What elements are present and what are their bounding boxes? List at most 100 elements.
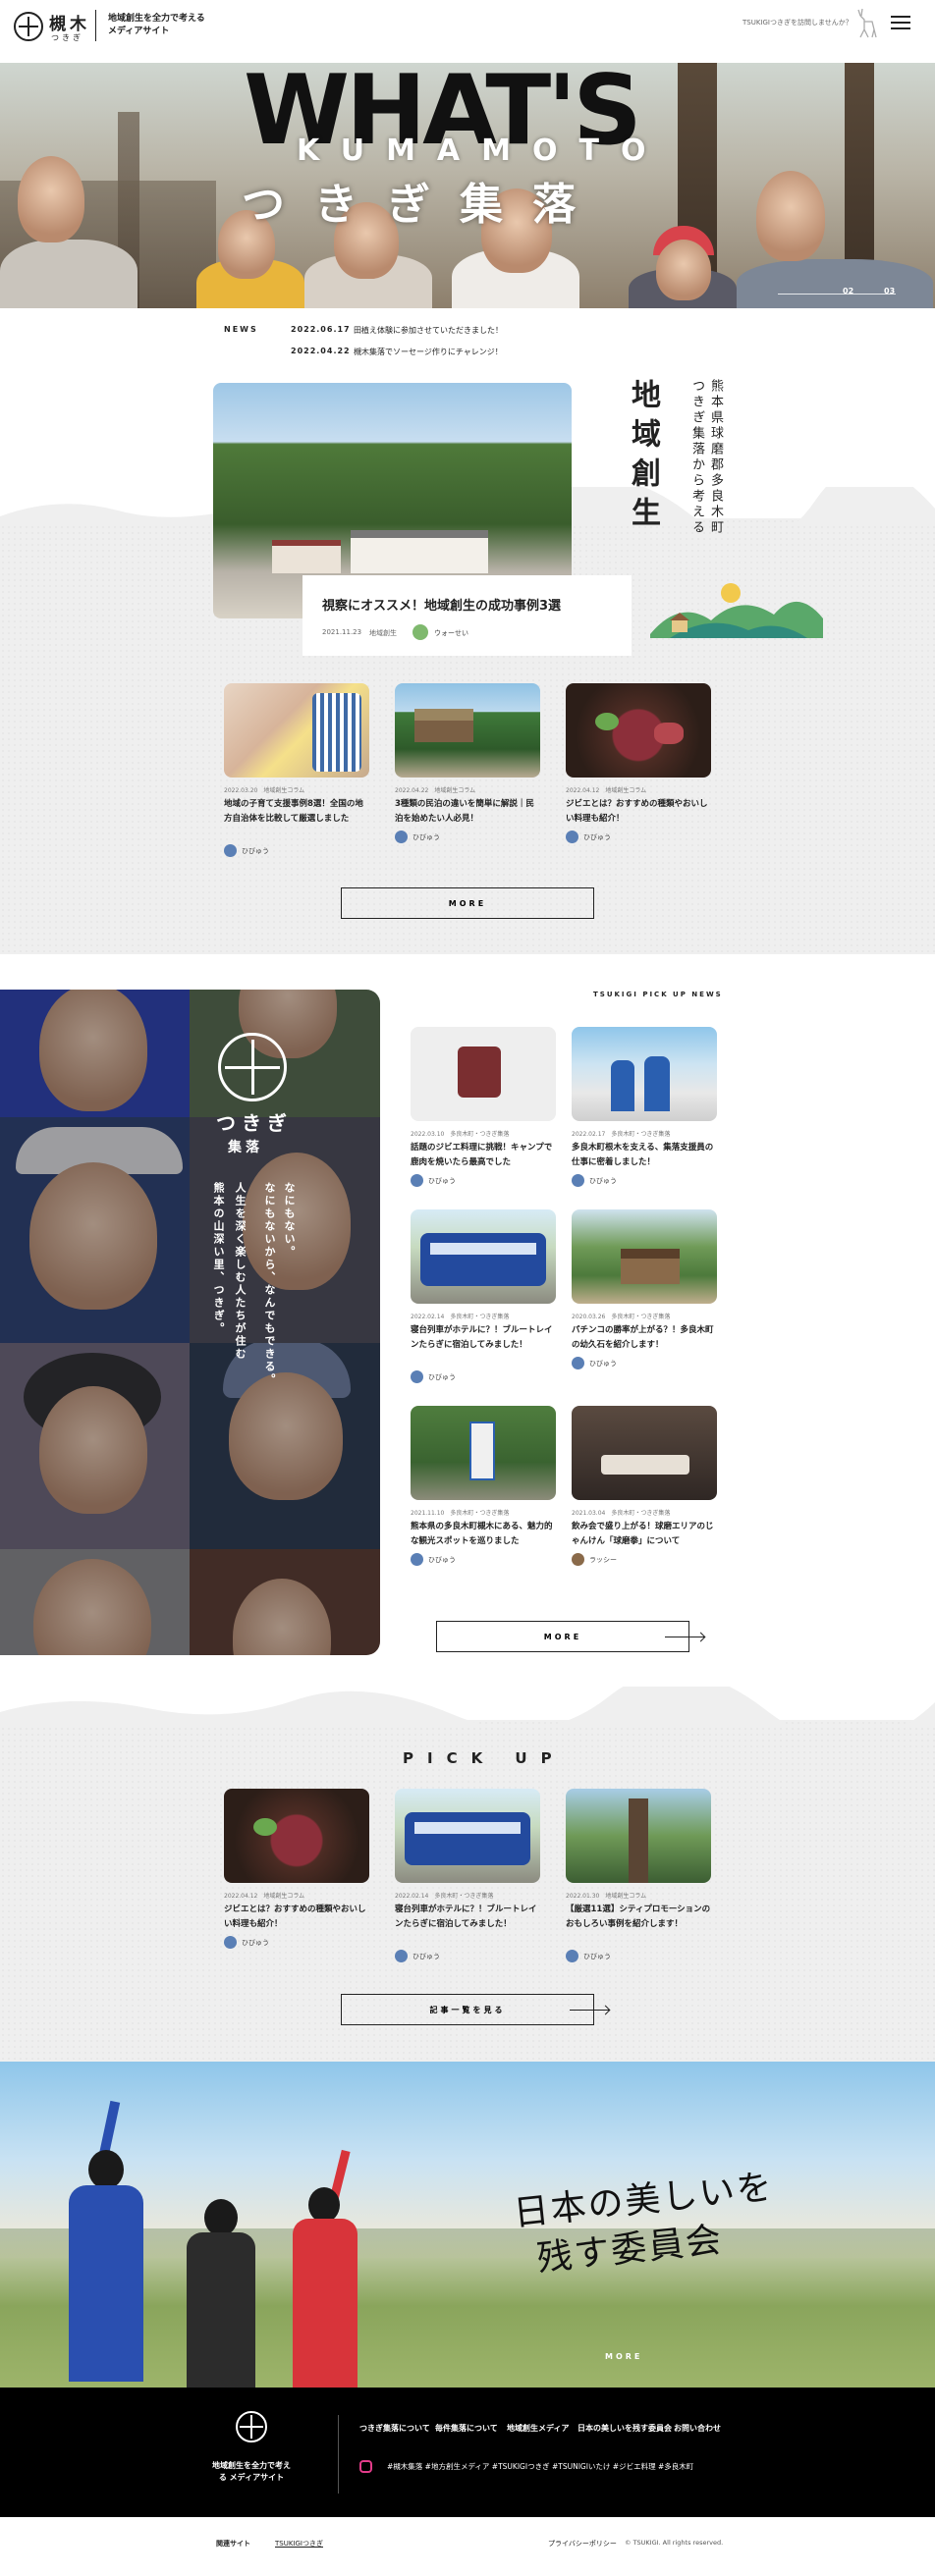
article-category: 多良木町・つきぎ集落	[450, 1510, 510, 1517]
article-author: ひびゅう	[583, 1953, 611, 1960]
logo-divider	[95, 10, 96, 41]
article-title[interactable]: 寝台列車がホテルに？！ブルートレインたらぎに宿泊してみました！	[411, 1323, 558, 1353]
article-title[interactable]: 話題のジビエ料理に挑戦！キャンプで鹿肉を焼いたら最高でした	[411, 1141, 558, 1170]
news-text[interactable]: 田植え体験に参加させていただきました！	[354, 325, 503, 336]
footer-nav-item[interactable]: つきぎ集落について	[359, 2423, 430, 2434]
author-avatar	[412, 624, 428, 640]
article-category: 多良木町・つきぎ集落	[611, 1510, 671, 1517]
article-meta: 2022.04.12 地域創生コラム	[566, 785, 646, 794]
featured-date: 2021.11.23	[322, 628, 362, 636]
article-thumbnail[interactable]	[411, 1027, 556, 1121]
article-title[interactable]: ジビエとは？おすすめの種類やおいしい料理も紹介！	[566, 797, 713, 827]
article-meta: 2022.03.20 地域創生コラム	[224, 785, 304, 794]
article-meta: 2022.02.14 多良木町・つきぎ集落	[411, 1312, 509, 1320]
article-author: ひびゅう	[242, 1939, 269, 1947]
featured-title[interactable]: 視察にオススメ！地域創生の成功事例3選	[322, 595, 561, 614]
article-category: 地域創生コラム	[263, 787, 305, 794]
logo-mark-icon[interactable]	[14, 12, 43, 41]
privacy-policy-link[interactable]: プライバシーポリシー	[548, 2539, 617, 2549]
news-text[interactable]: 槻木集落でソーセージ作りにチャレンジ！	[354, 347, 503, 357]
portrait-mosaic	[0, 990, 380, 1655]
article-thumbnail[interactable]	[411, 1209, 556, 1304]
article-thumbnail[interactable]	[566, 683, 711, 778]
footer-hashtags: #槻木集落 #地方創生メディア #TSUKIGIつきぎ #TSUNIGIいたけ …	[387, 2462, 694, 2471]
article-category: 多良木町・つきぎ集落	[450, 1131, 510, 1138]
article-title[interactable]: パチンコの勝率が上がる？！多良木町の幼久石を紹介します！	[572, 1323, 719, 1353]
more-button[interactable]: MORE	[436, 1621, 704, 1652]
article-thumbnail[interactable]	[566, 1789, 711, 1883]
copyright: © TSUKIGI. All rights reserved.	[625, 2539, 724, 2547]
poem-line: 人生を深く楽しむ人たちが住む	[234, 1182, 247, 1361]
author-avatar	[572, 1553, 584, 1566]
article-meta: 2022.02.17 多良木町・つきぎ集落	[572, 1129, 670, 1138]
article-title[interactable]: ジビエとは？おすすめの種類やおいしい料理も紹介！	[224, 1903, 371, 1932]
all-articles-label: 記事一覧を見る	[429, 2005, 506, 2014]
site-header: 槻木 つきぎ 地域創生を全力で考える メディアサイト TSUKIGIつきぎを訪問…	[0, 0, 935, 63]
footer-tagline: 地域創生を全力で考える メディアサイト	[212, 2461, 291, 2482]
article-thumbnail[interactable]	[395, 1789, 540, 1883]
featured-card[interactable]: 視察にオススメ！地域創生の成功事例3選 2021.11.23 地域創生 ウォーせ…	[302, 575, 632, 656]
related-sites-label: 関連サイト	[216, 2540, 250, 2548]
article-category: 地域創生コラム	[605, 1893, 647, 1900]
article-title[interactable]: 飲み会で盛り上がる！球磨エリアのじゃんけん「球磨拳」について	[572, 1520, 719, 1549]
author-avatar	[411, 1174, 423, 1187]
article-category: 多良木町・つきぎ集落	[611, 1131, 671, 1138]
article-category: 多良木町・つきぎ集落	[434, 1893, 494, 1900]
more-label: MORE	[448, 898, 487, 908]
article-title[interactable]: 多良木町根木を支える、集落支援員の仕事に密着しました！	[572, 1141, 719, 1170]
article-thumbnail[interactable]	[572, 1406, 717, 1500]
footer-logo-icon[interactable]	[236, 2411, 267, 2442]
menu-hamburger-icon[interactable]	[891, 16, 910, 29]
article-thumbnail[interactable]	[572, 1027, 717, 1121]
instagram-icon[interactable]	[359, 2460, 372, 2473]
article-thumbnail[interactable]	[224, 1789, 369, 1883]
footer-nav-item[interactable]: 毎件集落について	[435, 2423, 498, 2434]
banner-more-link[interactable]: MORE	[605, 2352, 642, 2361]
poem-line: 熊本の山深い里、つきぎ。	[212, 1182, 225, 1335]
article-title[interactable]: 寝台列車がホテルに？！ブルートレインたらぎに宿泊してみました！	[395, 1903, 542, 1932]
article-thumbnail[interactable]	[411, 1406, 556, 1500]
author-avatar	[395, 1950, 408, 1962]
news-date: 2022.04.22	[291, 347, 351, 355]
article-meta: 2022.04.22 地域創生コラム	[395, 785, 475, 794]
author-avatar	[411, 1553, 423, 1566]
hero-page-current: 02	[843, 287, 854, 295]
author-avatar	[566, 831, 578, 843]
article-author: ひびゅう	[428, 1373, 456, 1381]
pickup-title: PICK UP	[403, 1749, 566, 1767]
author-avatar	[224, 1936, 237, 1949]
article-meta: 2021.03.04 多良木町・つきぎ集落	[572, 1508, 670, 1517]
article-meta: 2021.11.10 多良木町・つきぎ集落	[411, 1508, 509, 1517]
footer-nav-item[interactable]: 地域創生メディア	[507, 2423, 569, 2434]
logo-kanji[interactable]: 槻木	[49, 10, 90, 34]
article-title[interactable]: 3種類の民泊の違いを簡単に解説｜民泊を始めたい人必見！	[395, 797, 542, 827]
article-thumbnail[interactable]	[395, 683, 540, 778]
article-author: ラッシー	[589, 1556, 617, 1564]
site-footer: 地域創生を全力で考える メディアサイト つきぎ集落について 毎件集落について 地…	[0, 2388, 935, 2517]
hero-page-total: 03	[884, 287, 896, 295]
all-articles-button[interactable]: 記事一覧を見る	[341, 1994, 609, 2025]
related-site-link[interactable]: TSUKIGIつきぎ	[275, 2539, 323, 2549]
section-subheading-2: つきぎ集落から考える	[689, 379, 704, 536]
article-date: 2022.04.22	[395, 787, 429, 794]
footer-divider	[338, 2415, 339, 2494]
article-author: ひびゅう	[589, 1360, 617, 1368]
author-avatar	[411, 1370, 423, 1383]
article-title[interactable]: 熊本県の多良木町槻木にある、魅力的な観光スポットを巡りました	[411, 1520, 558, 1549]
author-avatar	[566, 1950, 578, 1962]
featured-category: 地域創生	[369, 629, 397, 637]
article-author: ひびゅう	[589, 1177, 617, 1185]
section-subheading-1: 熊本県球磨郡多良木町	[708, 379, 723, 536]
header-note[interactable]: TSUKIGIつきぎを訪問しませんか？	[742, 18, 852, 27]
more-button[interactable]: MORE	[341, 887, 594, 919]
article-author: ひびゅう	[412, 1953, 440, 1960]
article-thumbnail[interactable]	[572, 1209, 717, 1304]
article-title[interactable]: 【厳選11選】シティプロモーションのおもしろい事例を紹介します！	[566, 1903, 713, 1932]
article-title[interactable]: 地域の子育て支援事例8選！全国の地方自治体を比較して厳選しました	[224, 797, 371, 827]
hero-pager[interactable]: 02 03	[778, 287, 896, 300]
footer-nav-item[interactable]: お問い合わせ	[674, 2423, 721, 2434]
footer-nav-item[interactable]: 日本の美しいを残す委員会	[578, 2423, 672, 2434]
article-category: 地域創生コラム	[434, 787, 476, 794]
committee-banner[interactable]	[0, 2062, 935, 2388]
article-thumbnail[interactable]	[224, 683, 369, 778]
